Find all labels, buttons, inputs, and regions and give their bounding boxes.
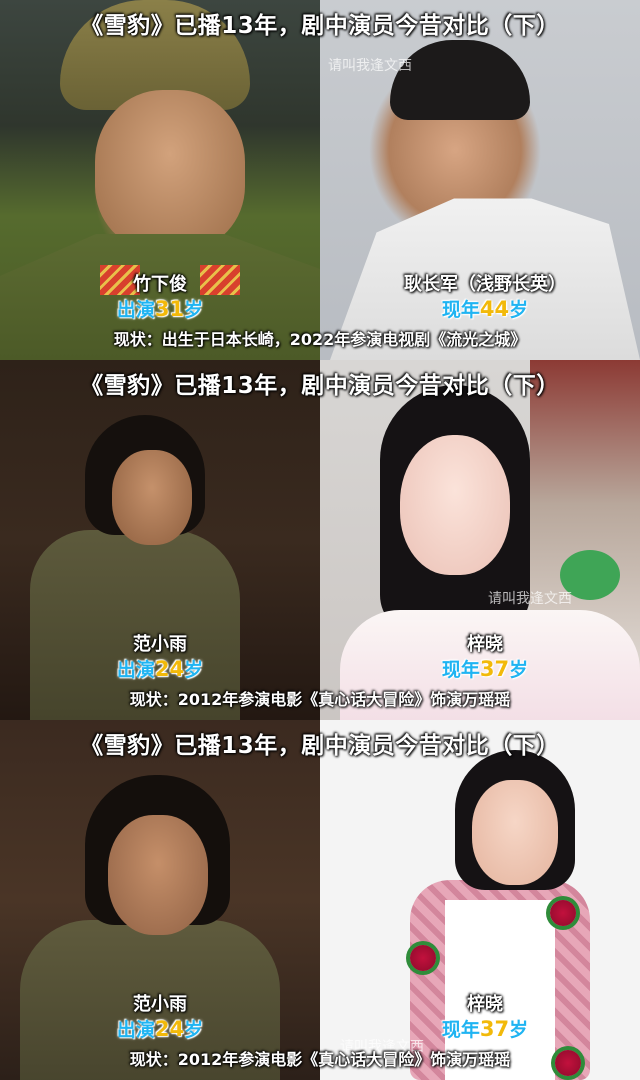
- panel-title: 《雪豹》已播13年，剧中演员今昔对比（下）: [80, 733, 560, 759]
- watermark: 请叫我逢文西: [328, 58, 412, 74]
- status-caption: 现状：2012年参演电影《真心话大冒险》饰演万瑶瑶: [129, 1050, 511, 1069]
- then-age-label: 出演31岁: [116, 297, 204, 321]
- then-actor-name: 范小雨: [133, 994, 187, 1015]
- comparison-panel-1: 《雪豹》已播13年，剧中演员今昔对比（下） 请叫我逢文西 竹下俊 出演31岁 耿…: [0, 0, 640, 360]
- actor-face: [472, 780, 558, 885]
- now-age-label: 现年37岁: [441, 657, 529, 681]
- actor-face: [112, 450, 192, 545]
- panel-title: 《雪豹》已播13年，剧中演员今昔对比（下）: [80, 373, 560, 399]
- watermark: 请叫我逢文西: [488, 591, 572, 607]
- actor-hair: [390, 40, 530, 120]
- flower-decoration: [550, 900, 576, 926]
- status-caption: 现状：出生于日本长崎，2022年参演电视剧《流光之城》: [113, 330, 527, 349]
- comparison-panel-2: 《雪豹》已播13年，剧中演员今昔对比（下） 请叫我逢文西 范小雨 出演24岁 梓…: [0, 360, 640, 720]
- then-actor-name: 范小雨: [133, 634, 187, 655]
- actor-face: [95, 90, 245, 250]
- now-actor-name: 梓晓: [467, 994, 503, 1015]
- now-actor-name: 耿长军（浅野长英）: [404, 274, 566, 295]
- now-age-label: 现年44岁: [441, 297, 529, 321]
- panel-title: 《雪豹》已播13年，剧中演员今昔对比（下）: [80, 13, 560, 39]
- comparison-panel-3: 《雪豹》已播13年，剧中演员今昔对比（下） 请叫我逢文西 范小雨 出演24岁 梓…: [0, 720, 640, 1080]
- now-actor-name: 梓晓: [467, 634, 503, 655]
- then-age-label: 出演24岁: [116, 1017, 204, 1041]
- then-age-label: 出演24岁: [116, 657, 204, 681]
- actor-face: [400, 435, 510, 575]
- now-age-label: 现年37岁: [441, 1017, 529, 1041]
- flower-decoration: [410, 945, 436, 971]
- status-caption: 现状：2012年参演电影《真心话大冒险》饰演万瑶瑶: [129, 690, 511, 709]
- actor-face: [108, 815, 208, 935]
- then-actor-name: 竹下俊: [133, 274, 187, 295]
